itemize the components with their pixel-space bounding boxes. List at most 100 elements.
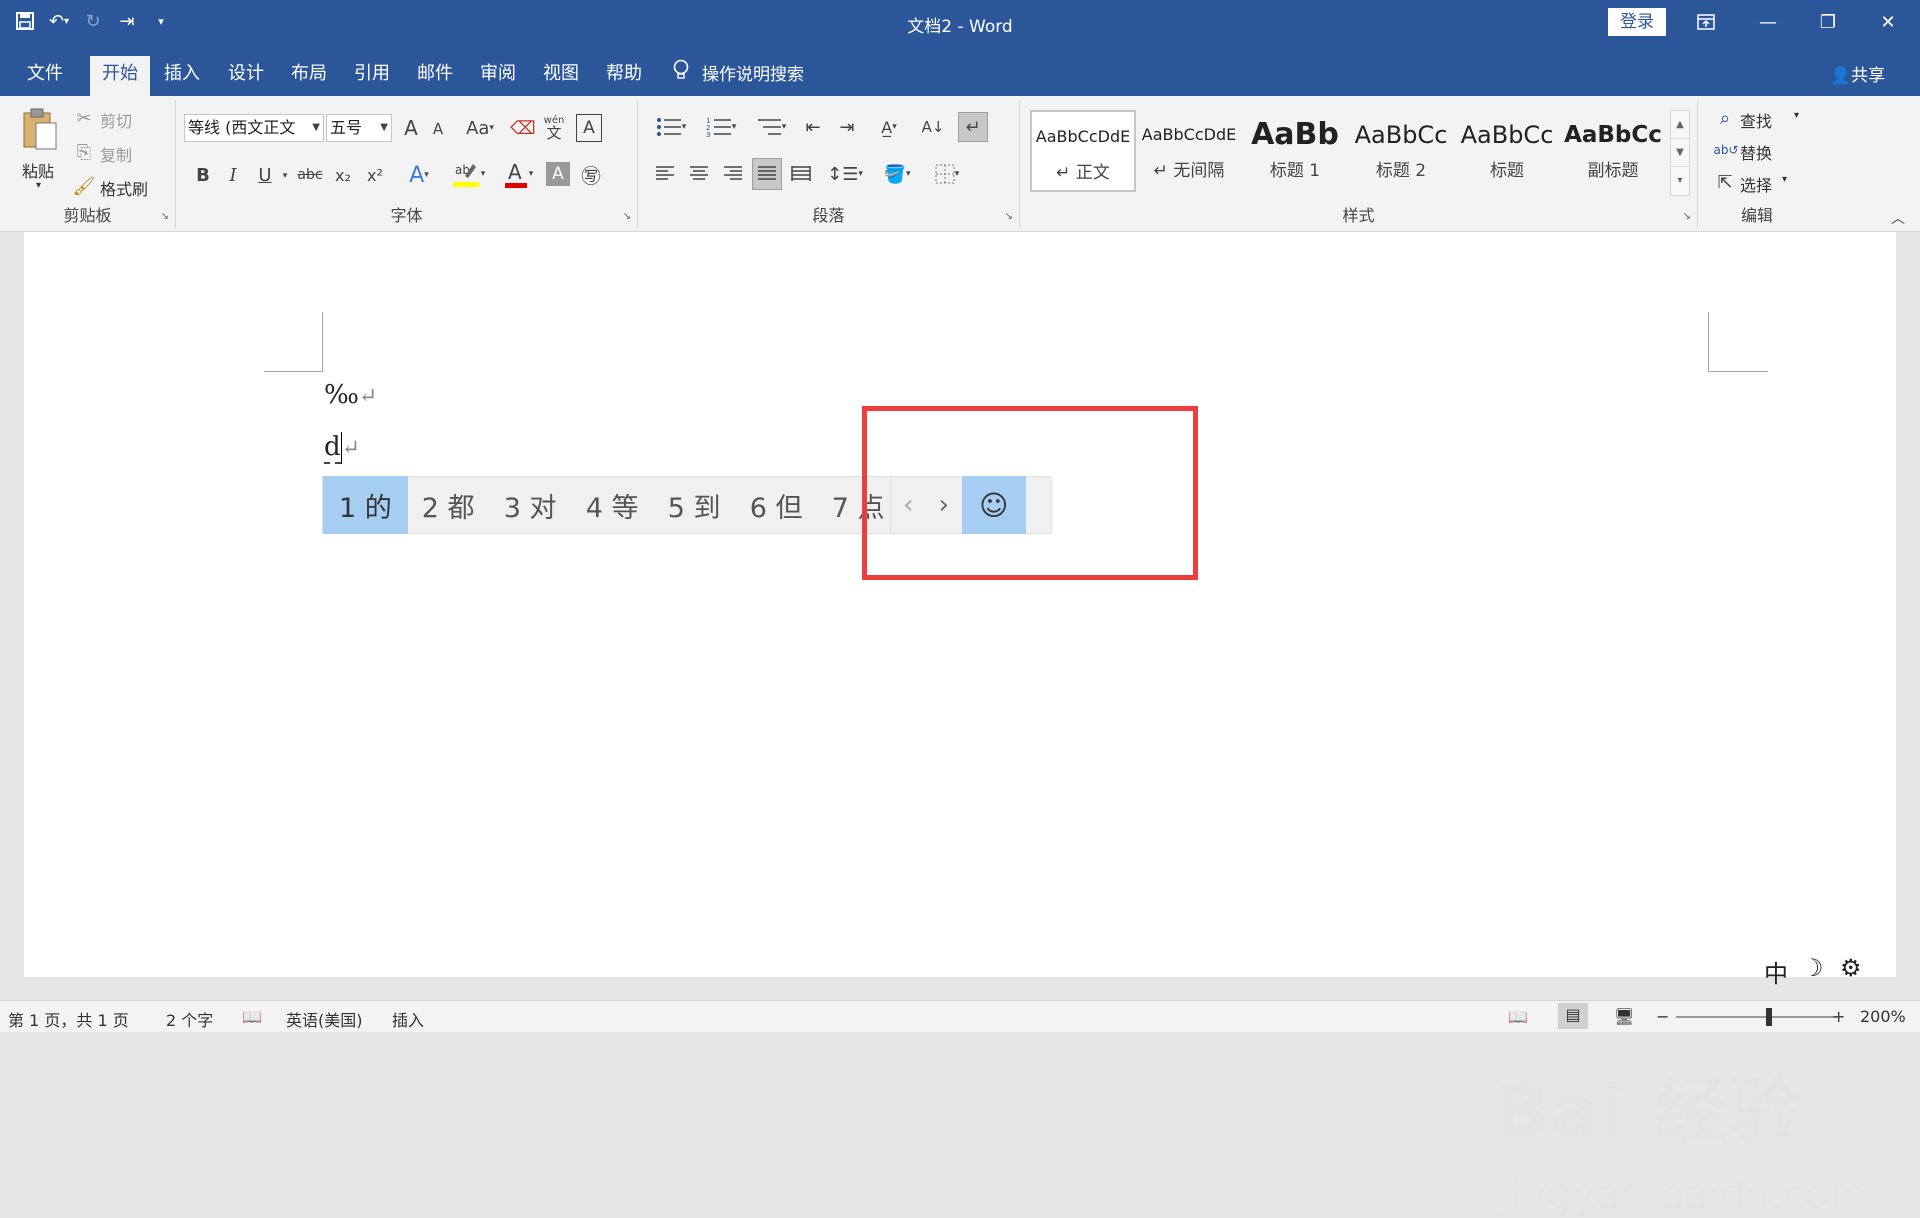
clear-formatting-icon[interactable]: ⌫ bbox=[510, 114, 536, 142]
text-effects-icon[interactable]: A ▾ bbox=[400, 160, 438, 190]
style-normal[interactable]: AaBbCcDdE ↵ 正文 bbox=[1030, 110, 1136, 192]
shading-icon[interactable]: 🪣 ▾ bbox=[876, 158, 918, 190]
grow-font-icon[interactable]: A bbox=[398, 114, 424, 142]
tab-review[interactable]: 审阅 bbox=[470, 56, 526, 96]
close-icon[interactable]: ✕ bbox=[1860, 0, 1916, 44]
underline-dropdown-icon[interactable]: ▾ bbox=[278, 162, 292, 190]
style-heading-2[interactable]: AaBbCc 标题 2 bbox=[1348, 110, 1454, 192]
italic-icon[interactable]: I bbox=[220, 160, 246, 190]
customize-icon[interactable]: ▾ bbox=[146, 6, 176, 36]
style-title[interactable]: AaBbCc 标题 bbox=[1454, 110, 1560, 192]
tab-file[interactable]: 文件 bbox=[12, 56, 78, 96]
change-case-icon[interactable]: Aa ▾ bbox=[458, 114, 502, 142]
styles-gallery-scroll[interactable]: ▲ ▼ ▾ bbox=[1670, 110, 1690, 196]
select-dropdown-icon[interactable]: ▾ bbox=[1782, 174, 1787, 185]
insert-mode[interactable]: 插入 bbox=[392, 1007, 424, 1031]
paragraph-dialog-launcher-icon[interactable]: ↘ bbox=[1005, 211, 1013, 222]
document-page[interactable]: ‰↵ d↵ Bai 经验 jingyan.baidu.com 中 ☽ ⚙ bbox=[24, 232, 1896, 1218]
tab-home[interactable]: 开始 bbox=[90, 56, 150, 96]
style-subtitle[interactable]: AaBbCc 副标题 bbox=[1560, 110, 1666, 192]
font-dialog-launcher-icon[interactable]: ↘ bbox=[623, 211, 631, 222]
font-name-combobox[interactable]: 等线 (西文正文 ▼ bbox=[184, 114, 324, 142]
asian-layout-icon[interactable]: A̲ ▾ bbox=[868, 112, 910, 142]
share-button[interactable]: 👤共享 bbox=[1830, 61, 1885, 86]
cut-button[interactable]: 剪切 bbox=[100, 108, 132, 132]
select-button[interactable]: 选择 bbox=[1740, 172, 1772, 196]
show-marks-icon[interactable]: ↵ bbox=[958, 112, 988, 142]
paste-dropdown-icon[interactable]: ▾ bbox=[36, 180, 41, 191]
line-spacing-icon[interactable]: ↕☰ ▾ bbox=[824, 158, 866, 190]
print-layout-icon[interactable]: ▤ bbox=[1558, 1003, 1588, 1029]
language-indicator[interactable]: 英语(美国) bbox=[286, 1007, 363, 1031]
justify-icon[interactable] bbox=[752, 158, 782, 190]
find-button[interactable]: 查找 bbox=[1740, 108, 1772, 132]
align-right-icon[interactable] bbox=[718, 158, 748, 190]
zoom-in-button[interactable]: + bbox=[1832, 1007, 1845, 1026]
page-count[interactable]: 第 1 页，共 1 页 bbox=[8, 1007, 129, 1031]
collapse-ribbon-icon[interactable]: ︿ bbox=[1888, 208, 1908, 228]
borders-icon[interactable]: ▾ bbox=[926, 158, 968, 190]
moon-icon[interactable]: ☽ bbox=[1802, 954, 1824, 982]
enclose-characters-icon[interactable]: ㊢ bbox=[578, 160, 604, 188]
paste-icon[interactable] bbox=[16, 104, 64, 156]
ime-candidate[interactable]: 1 的 bbox=[323, 476, 408, 534]
undo-icon[interactable]: ↶ ▾ bbox=[44, 6, 74, 36]
ime-candidate[interactable]: 2 都 bbox=[408, 476, 490, 534]
bold-icon[interactable]: B bbox=[190, 160, 216, 190]
zoom-out-button[interactable]: − bbox=[1656, 1007, 1669, 1026]
zoom-slider[interactable] bbox=[1676, 1016, 1836, 1018]
read-mode-icon[interactable]: 📖 bbox=[1508, 1007, 1528, 1026]
phonetic-guide-icon[interactable]: wén 文 bbox=[540, 112, 568, 142]
web-layout-icon[interactable]: 🖥 bbox=[1614, 1007, 1634, 1026]
minimize-icon[interactable]: — bbox=[1740, 0, 1796, 44]
decrease-indent-icon[interactable]: ⇤ bbox=[798, 112, 828, 142]
subscript-icon[interactable]: x₂ bbox=[330, 160, 356, 190]
sort-icon[interactable]: A↓ bbox=[918, 112, 948, 142]
tab-design[interactable]: 设计 bbox=[218, 56, 274, 96]
font-size-combobox[interactable]: 五号 ▼ bbox=[326, 114, 392, 142]
find-dropdown-icon[interactable]: ▾ bbox=[1794, 110, 1799, 121]
character-shading-icon[interactable]: A bbox=[546, 162, 570, 186]
tab-view[interactable]: 视图 bbox=[533, 56, 589, 96]
chevron-up-icon[interactable]: ▲ bbox=[1671, 111, 1689, 139]
more-styles-icon[interactable]: ▾ bbox=[1671, 167, 1689, 195]
underline-icon[interactable]: U bbox=[252, 160, 278, 190]
tab-references[interactable]: 引用 bbox=[344, 56, 400, 96]
tab-help[interactable]: 帮助 bbox=[596, 56, 652, 96]
tell-me-search[interactable]: 操作说明搜索 bbox=[672, 59, 804, 86]
format-painter-button[interactable]: 格式刷 bbox=[100, 176, 148, 200]
copy-button[interactable]: 复制 bbox=[100, 142, 132, 166]
numbering-icon[interactable]: 1 2 3 ▾ bbox=[700, 112, 742, 142]
increase-indent-icon[interactable]: ⇥ bbox=[832, 112, 862, 142]
redo-icon[interactable]: ↻ bbox=[78, 6, 108, 36]
multilevel-list-icon[interactable]: ▾ bbox=[750, 112, 792, 142]
superscript-icon[interactable]: x² bbox=[362, 160, 388, 190]
gear-icon[interactable]: ⚙ bbox=[1840, 954, 1862, 982]
zoom-level[interactable]: 200% bbox=[1860, 1007, 1906, 1026]
distributed-icon[interactable] bbox=[786, 158, 816, 190]
ime-candidate[interactable]: 4 等 bbox=[572, 476, 654, 534]
style-heading-1[interactable]: AaBb 标题 1 bbox=[1242, 110, 1348, 192]
indent-icon[interactable]: ⇥ bbox=[112, 6, 142, 36]
ime-candidate[interactable]: 6 但 bbox=[736, 476, 818, 534]
character-border-icon[interactable]: A bbox=[576, 114, 602, 142]
font-color-icon[interactable]: A ▾ bbox=[496, 158, 540, 190]
ime-mode-chinese-icon[interactable]: 中 bbox=[1764, 954, 1788, 989]
ribbon-display-options-icon[interactable] bbox=[1678, 0, 1734, 44]
paste-label[interactable]: 粘贴 bbox=[22, 158, 54, 182]
highlight-color-icon[interactable]: ab ▾ bbox=[446, 158, 490, 190]
align-left-icon[interactable] bbox=[650, 158, 680, 190]
strikethrough-icon[interactable]: abc bbox=[294, 160, 326, 190]
tab-mailings[interactable]: 邮件 bbox=[407, 56, 463, 96]
replace-button[interactable]: 替换 bbox=[1740, 140, 1772, 164]
restore-icon[interactable]: ❐ bbox=[1800, 0, 1856, 44]
proofing-icon[interactable]: 📖 bbox=[242, 1007, 262, 1026]
ime-candidate[interactable]: 3 对 bbox=[490, 476, 572, 534]
clipboard-dialog-launcher-icon[interactable]: ↘ bbox=[161, 211, 169, 222]
login-button[interactable]: 登录 bbox=[1608, 8, 1666, 36]
shrink-font-icon[interactable]: A bbox=[426, 116, 450, 142]
ime-candidate[interactable]: 5 到 bbox=[654, 476, 736, 534]
style-no-spacing[interactable]: AaBbCcDdE ↵ 无间隔 bbox=[1136, 110, 1242, 192]
tab-layout[interactable]: 布局 bbox=[281, 56, 337, 96]
tab-insert[interactable]: 插入 bbox=[154, 56, 210, 96]
